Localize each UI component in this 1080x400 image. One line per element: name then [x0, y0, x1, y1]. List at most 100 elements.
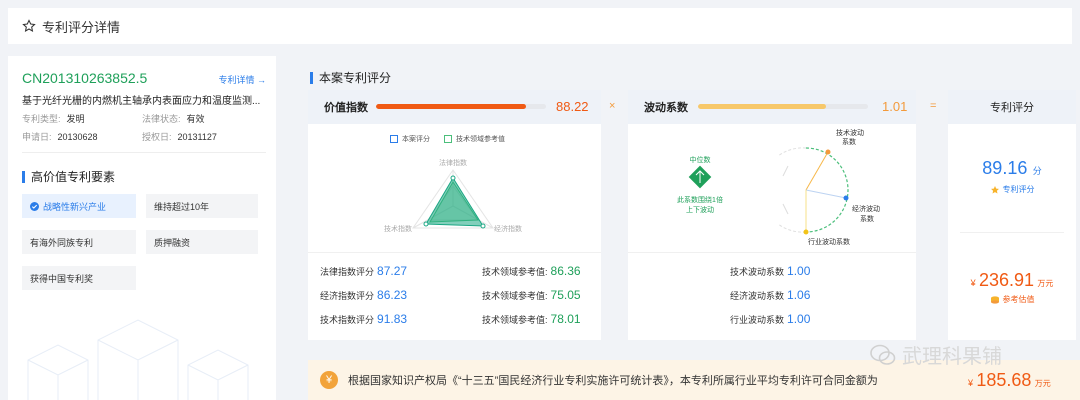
volatility-progress: [698, 104, 868, 109]
page-header: 专利评分详情: [8, 8, 1072, 44]
econ-vol-value: 1.06: [787, 288, 811, 302]
section-marker: [22, 170, 25, 183]
gauge-point-industry[interactable]: [803, 229, 809, 235]
section-title-text: 本案专利评分: [319, 71, 392, 85]
value-index-progress: [376, 104, 546, 109]
page-title: 专利评分详情: [42, 19, 121, 35]
total-score-value: 89.16: [982, 158, 1028, 178]
type-label: 专利类型:: [22, 114, 61, 124]
ref-label: 技术领域参考值:: [482, 267, 548, 277]
card-divider: [628, 252, 916, 253]
radar-label-legal: 法律指数: [439, 158, 467, 167]
elements-title-text: 高价值专利要素: [31, 170, 116, 184]
total-score: 89.16 分: [948, 158, 1076, 179]
econ-score-value: 86.23: [377, 288, 408, 302]
star-icon[interactable]: [22, 19, 36, 33]
tag-strategic[interactable]: 战略性新兴产业: [22, 194, 136, 218]
legend-case[interactable]: 本案评分: [390, 134, 430, 144]
volatility-label: 波动系数: [644, 102, 688, 114]
ref-label: 技术领域参考值:: [482, 315, 548, 325]
legend-ref[interactable]: 技术领域参考值: [444, 134, 505, 144]
tech-vol-row: 技术波动系数 1.00: [730, 264, 810, 278]
amount-value: 185.68: [976, 370, 1032, 390]
value-index-value: 88.22: [556, 99, 589, 114]
yen-icon: ¥: [320, 371, 338, 389]
patent-detail-link[interactable]: 专利详情 →: [218, 73, 266, 86]
progress-fill: [376, 104, 526, 109]
score-unit: 分: [1032, 166, 1042, 176]
section-title: 本案专利评分: [310, 69, 391, 86]
price-caption: 参考估值: [948, 294, 1076, 305]
radar-label-econ: 经济指数: [494, 224, 522, 233]
econ-vol-label: 经济波动系数: [730, 291, 785, 301]
divider: [22, 152, 266, 153]
tag-award[interactable]: 获得中国专利奖: [22, 266, 136, 290]
volatility-gauge: 中位数 此系数围绕1倍 上下波动 技术波动 系数 经济波动 系数 行业波动系数: [677, 128, 880, 246]
license-amount: ¥ 185.68 万元: [968, 370, 1051, 391]
tag-label: 有海外同族专利: [30, 237, 94, 248]
econ-score-row: 经济指数评分 86.23: [320, 288, 407, 302]
median-label: 中位数: [690, 155, 711, 164]
tag-pledge[interactable]: 质押融资: [146, 230, 258, 254]
grant-value: 20131127: [177, 132, 217, 142]
card-divider: [308, 252, 601, 253]
volatility-value: 1.01: [882, 99, 908, 114]
radar-legend: 本案评分 技术领域参考值: [390, 134, 519, 144]
type-value: 发明: [66, 114, 85, 124]
industry-vol-row: 行业波动系数 1.00: [730, 312, 810, 326]
tag-label: 质押融资: [154, 237, 191, 248]
volatility-card: 波动系数 1.01 中位数 此系数围绕1倍 上下波动 技术波动 系数 经济波动 …: [628, 90, 916, 340]
watermark-text: 武理科果铺: [902, 346, 1002, 368]
tech-ref-value: 78.01: [550, 312, 581, 326]
median-note-2: 上下波动: [686, 205, 714, 214]
watermark: 武理科果铺: [870, 340, 1002, 369]
ref-label: 技术领域参考值:: [482, 291, 548, 301]
apply-value: 20130628: [57, 132, 98, 142]
elements-title: 高价值专利要素: [22, 168, 115, 185]
volatility-header: 波动系数 1.01: [628, 90, 916, 124]
legend-swatch: [444, 135, 452, 143]
radar-point[interactable]: [450, 175, 456, 181]
amount-unit: 万元: [1034, 379, 1051, 388]
grant-label: 授权日:: [142, 132, 172, 142]
median-note-1: 此系数围绕1倍: [677, 195, 723, 204]
radar-label-tech: 技术指数: [384, 224, 412, 233]
total-score-header: 专利评分: [948, 90, 1076, 124]
radar-case-area: [425, 177, 484, 227]
value-index-card: 价值指数 88.22 本案评分 技术领域参考值 法律指数 技术指数 经济指数 法…: [308, 90, 601, 340]
gauge-point-econ[interactable]: [843, 195, 849, 201]
score-caption-text: 专利评分: [1002, 185, 1035, 194]
tag-label: 战略性新兴产业: [43, 201, 107, 212]
patent-number: CN201310263852.5: [22, 70, 148, 86]
legend-case-label: 本案评分: [402, 136, 430, 143]
legal-value: 有效: [186, 114, 205, 124]
patent-info-panel: CN201310263852.5 专利详情 → 基于光纤光栅的内燃机主轴承内表面…: [8, 56, 276, 400]
progress-fill: [698, 104, 826, 109]
tech-vol-label: 技术波动系数: [730, 267, 785, 277]
legal-label: 法律状态:: [142, 114, 181, 124]
radar-point[interactable]: [423, 221, 429, 227]
meta-row-1: 专利类型: 发明 法律状态: 有效: [22, 112, 262, 125]
tech-score-row: 技术指数评分 91.83: [320, 312, 407, 326]
radar-chart: 法律指数 技术指数 经济指数: [384, 158, 522, 233]
gauge-label-econ-2: 系数: [860, 214, 874, 223]
license-notice-text: 根据国家知识产权局《“十三五”国民经济行业专利实施许可统计表》，本专利所属行业平…: [348, 375, 878, 387]
score-caption: 专利评分: [948, 184, 1076, 195]
legal-score-value: 87.27: [377, 264, 408, 278]
card-divider: [960, 232, 1064, 233]
tag-maintained[interactable]: 维持超过10年: [146, 194, 258, 218]
meta-row-2: 申请日: 20130628 授权日: 20131127: [22, 130, 262, 143]
radar-point[interactable]: [480, 223, 486, 229]
reference-price: ¥ 236.91 万元: [948, 270, 1076, 291]
tag-overseas[interactable]: 有海外同族专利: [22, 230, 136, 254]
price-caption-text: 参考估值: [1002, 295, 1035, 304]
total-score-card: 专利评分 89.16 分 专利评分 ¥ 236.91 万元 参考估值: [948, 90, 1076, 340]
median-diamond-icon: [688, 165, 712, 189]
industry-vol-label: 行业波动系数: [730, 315, 785, 325]
price-unit: 万元: [1037, 279, 1054, 288]
value-index-header: 价值指数 88.22: [308, 90, 601, 124]
gauge-point-tech[interactable]: [825, 149, 831, 155]
legal-ref-row: 技术领域参考值: 86.36: [482, 264, 581, 278]
price-prefix: ¥: [970, 278, 976, 288]
price-value: 236.91: [978, 270, 1035, 290]
